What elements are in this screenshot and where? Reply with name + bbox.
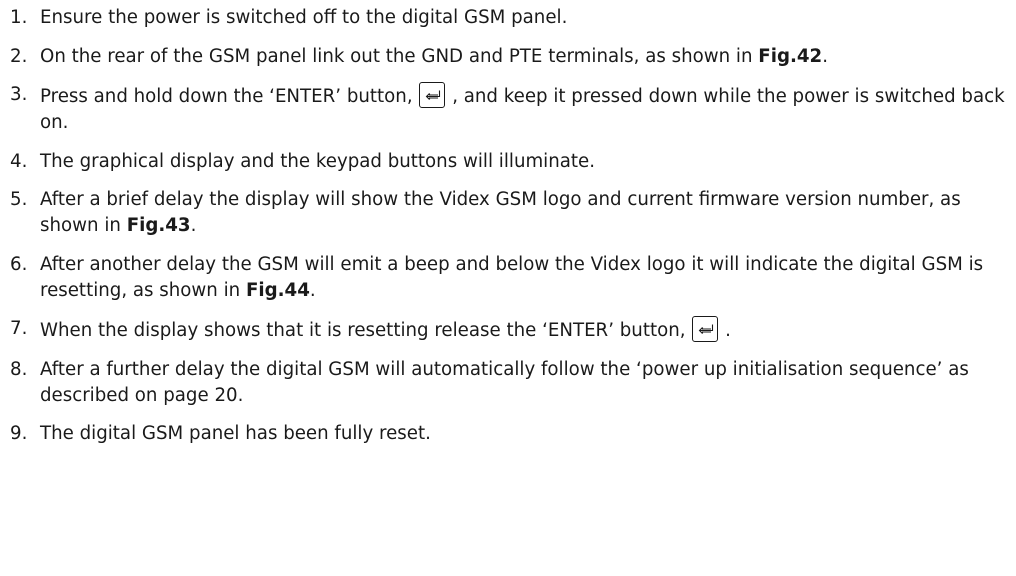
step-text-segment: . [822, 45, 828, 67]
list-item: 1. Ensure the power is switched off to th… [10, 5, 1010, 31]
list-item: 3. Press and hold down the ‘ENTER’ button… [10, 82, 1010, 136]
step-number: 4. [10, 150, 28, 172]
step-text-segment: On the rear of the GSM panel link out th… [40, 45, 759, 67]
step-text-segment: After another delay the GSM will emit a … [40, 253, 984, 301]
step-text-segment: . [719, 320, 731, 341]
step-number: 3. [10, 84, 28, 105]
step-text: The digital GSM panel has been fully res… [40, 421, 1010, 447]
step-text-segment: . [309, 279, 316, 301]
step-number: 1. [10, 7, 28, 28]
step-number: 8. [10, 358, 28, 380]
step-text: After a brief delay the display will sho… [40, 187, 1010, 239]
step-text-segment: The graphical display and the keypad but… [40, 150, 596, 172]
step-text: Ensure the power is switched off to the … [40, 5, 1010, 31]
list-item: 7. When the display shows that it is rese… [10, 316, 1010, 344]
step-text: Press and hold down the ‘ENTER’ button, … [40, 82, 1010, 136]
step-text: After another delay the GSM will emit a … [40, 252, 1010, 304]
list-item: 4. The graphical display and the keypad b… [10, 149, 1010, 175]
list-item: 5. After a brief delay the display will s… [10, 187, 1010, 239]
step-number: 2. [10, 45, 28, 67]
step-text-segment: After a further delay the digital GSM wi… [40, 358, 969, 406]
step-text-segment: Ensure the power is switched off to the … [40, 7, 568, 28]
step-number: 6. [10, 253, 28, 275]
list-item: 2. On the rear of the GSM panel link out … [10, 44, 1010, 70]
step-text-segment: When the display shows that it is resett… [40, 320, 692, 341]
reset-procedure-list: 1. Ensure the power is switched off to th… [10, 5, 1010, 460]
step-number: 5. [10, 189, 28, 210]
figure-reference: Fig.43 [126, 215, 191, 236]
enter-key-icon [692, 316, 719, 342]
figure-reference: Fig.44 [245, 279, 310, 301]
list-item: 9. The digital GSM panel has been fully r… [10, 421, 1010, 447]
list-item: 8. After a further delay the digital GSM … [10, 357, 1010, 409]
step-text: When the display shows that it is resett… [40, 316, 1010, 344]
enter-key-icon [419, 82, 446, 108]
step-text-segment: The digital GSM panel has been fully res… [40, 423, 431, 444]
list-item: 6. After another delay the GSM will emit … [10, 252, 1010, 304]
step-text: On the rear of the GSM panel link out th… [40, 44, 1010, 70]
step-number: 9. [10, 423, 28, 444]
step-text-segment: . [190, 215, 197, 236]
step-number: 7. [10, 318, 28, 339]
step-text: After a further delay the digital GSM wi… [40, 357, 1010, 409]
step-text-segment: Press and hold down the ‘ENTER’ button, [40, 86, 419, 107]
figure-reference: Fig.42 [758, 45, 823, 67]
step-text: The graphical display and the keypad but… [40, 149, 1010, 175]
